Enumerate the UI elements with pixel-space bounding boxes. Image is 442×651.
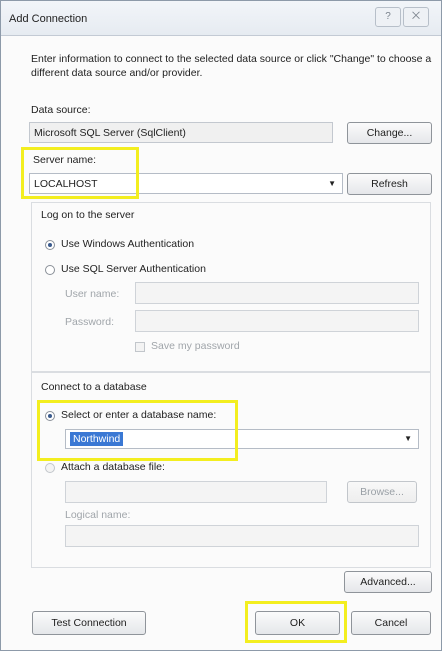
database-group-title: Connect to a database (41, 381, 147, 393)
logon-group-title: Log on to the server (41, 209, 135, 221)
add-connection-dialog: Add Connection ? ⨉ Enter information to … (0, 0, 442, 651)
chevron-down-icon[interactable]: ▼ (404, 430, 412, 448)
attach-database-label[interactable]: Attach a database file: (61, 461, 165, 473)
save-password-checkbox[interactable] (135, 342, 145, 352)
ok-button-highlight (245, 601, 347, 643)
data-source-value: Microsoft SQL Server (SqlClient) (34, 127, 186, 139)
sql-auth-radio[interactable] (45, 265, 55, 275)
database-name-highlight (37, 400, 238, 461)
attach-database-radio[interactable] (45, 463, 55, 473)
cancel-button[interactable]: Cancel (351, 611, 431, 635)
password-input[interactable] (135, 310, 419, 332)
help-button[interactable]: ? (375, 7, 401, 27)
title-bar: Add Connection ? ⨉ (1, 1, 441, 36)
change-button[interactable]: Change... (347, 122, 432, 144)
intro-text: Enter information to connect to the sele… (31, 53, 432, 79)
logical-name-input[interactable] (65, 525, 419, 547)
close-button[interactable]: ⨉ (403, 7, 429, 27)
test-connection-button[interactable]: Test Connection (32, 611, 146, 635)
sql-auth-label[interactable]: Use SQL Server Authentication (61, 263, 206, 275)
attach-file-input[interactable] (65, 481, 327, 503)
advanced-button[interactable]: Advanced... (344, 571, 432, 593)
window-title: Add Connection (9, 13, 88, 25)
password-label: Password: (65, 316, 115, 328)
server-name-highlight (21, 147, 139, 199)
logical-name-label: Logical name: (65, 509, 131, 521)
data-source-label: Data source: (31, 104, 91, 116)
browse-button[interactable]: Browse... (347, 481, 417, 503)
windows-auth-radio[interactable] (45, 240, 55, 250)
username-label: User name: (65, 288, 120, 300)
data-source-field: Microsoft SQL Server (SqlClient) (29, 122, 333, 143)
username-input[interactable] (135, 282, 419, 304)
refresh-button[interactable]: Refresh (347, 173, 432, 195)
chevron-down-icon[interactable]: ▼ (328, 174, 336, 194)
windows-auth-label[interactable]: Use Windows Authentication (61, 238, 194, 250)
save-password-label[interactable]: Save my password (151, 340, 240, 352)
